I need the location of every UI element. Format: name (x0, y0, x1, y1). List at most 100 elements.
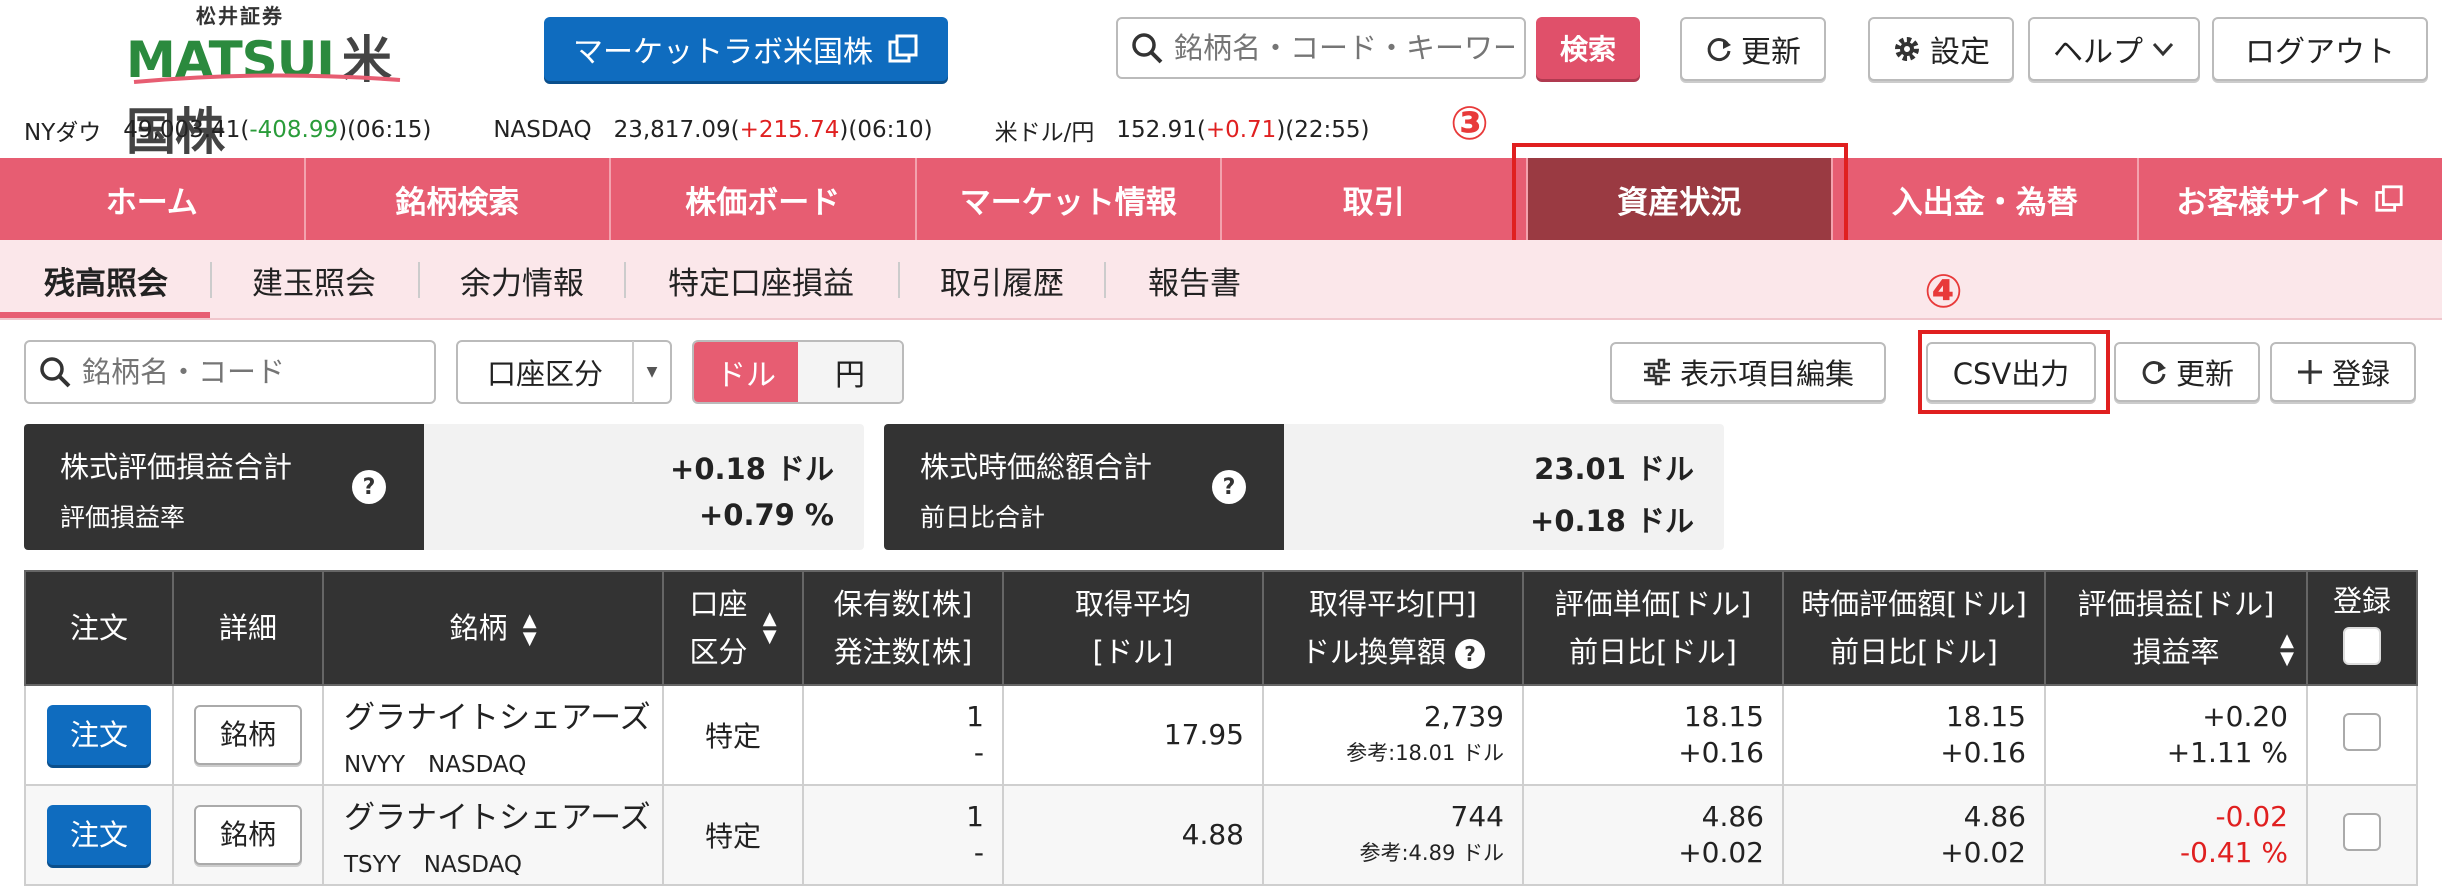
tab-specific-account-pl[interactable]: 特定口座損益 (668, 258, 854, 303)
currency-jpy-option[interactable]: 円 (798, 342, 902, 402)
table-row: 注文 銘柄 グラナイトシェアーズ TSYY NASDAQ 特定 1 - 4.88… (24, 784, 2418, 886)
unit-price-cell: 4.86 +0.02 (1522, 784, 1784, 886)
register-label: 登録 (2331, 357, 2390, 391)
held-quantity: 1 (966, 800, 984, 833)
col-market-value-label-1: 時価評価額[ドル] (1801, 587, 2027, 621)
detail-cell: 銘柄 (172, 684, 324, 786)
col-account[interactable]: 口座 区分 ▲ ▼ (662, 570, 804, 686)
register-checkbox[interactable] (2343, 812, 2381, 851)
tab-reports[interactable]: 報告書 (1148, 258, 1241, 303)
sort-icon: ▲ ▼ (762, 608, 777, 647)
select-all-checkbox[interactable] (2343, 627, 2381, 665)
register-checkbox[interactable] (2343, 712, 2381, 751)
refresh-icon (2142, 361, 2166, 384)
help-question-icon[interactable]: ? (1455, 639, 1486, 669)
nav-trade[interactable]: 取引 (1222, 158, 1528, 240)
stock-detail-button[interactable]: 銘柄 (194, 705, 302, 765)
tab-divider (898, 262, 900, 298)
market-value: 4.86 (1963, 800, 2026, 833)
sort-icon: ▲ ▼ (522, 610, 537, 649)
refresh-icon (1707, 38, 1731, 61)
matsui-logo[interactable]: 松井証券 MATSUI 米国株 (126, 0, 416, 161)
unit-price: 18.15 (1683, 700, 1764, 733)
quantity-cell: 1 - (802, 784, 1004, 886)
help-button[interactable]: ヘルプ (2028, 17, 2200, 81)
table-row: 注文 銘柄 グラナイトシェアーズ NVYY NASDAQ 特定 1 - 17.9… (24, 684, 2418, 786)
search-button[interactable]: 検索 (1536, 17, 1640, 79)
search-icon (40, 357, 71, 388)
nav-customer-site[interactable]: お客様サイト (2139, 158, 2442, 240)
col-average-cost-jpy-label-1: 取得平均[円] (1309, 587, 1477, 621)
dow-time: (06:15) (347, 117, 432, 143)
account-type: 特定 (662, 784, 804, 886)
usdjpy-time: (22:55) (1285, 117, 1370, 143)
register-cell (2306, 784, 2418, 886)
col-account-label-1: 口座 (689, 587, 748, 621)
unrealized-pl: +0.20 (2202, 700, 2288, 733)
valuation-pl-rate-value: +0.79 % (698, 498, 834, 532)
stock-filter-field[interactable] (24, 340, 436, 404)
unit-price-change: +0.16 (1678, 736, 1764, 769)
unit-price-cell: 18.15 +0.16 (1522, 684, 1784, 786)
market-ticker: NYダウ 49,003.41(-408.99) (06:15) NASDAQ 23… (24, 110, 1370, 150)
account-type-select[interactable]: 口座区分 ▼ (456, 340, 672, 404)
logout-button[interactable]: ログアウト (2212, 17, 2428, 81)
settings-button[interactable]: 設定 (1868, 17, 2014, 81)
order-cell: 注文 (24, 684, 174, 786)
stock-ticker: NVYY NASDAQ (344, 751, 527, 778)
header-refresh-button[interactable]: 更新 (1680, 17, 1826, 81)
header-search-input[interactable] (1174, 31, 1514, 65)
tab-divider (1104, 262, 1106, 298)
currency-usd-option[interactable]: ドル (694, 342, 798, 402)
valuation-pl-values: +0.18 ドル +0.79 % (424, 424, 864, 550)
nasdaq-label: NASDAQ (493, 117, 592, 143)
col-name[interactable]: 銘柄 ▲ ▼ (322, 570, 664, 686)
order-button[interactable]: 注文 (47, 705, 151, 765)
market-value-change: +0.02 (1940, 836, 2026, 869)
col-average-cost-jpy: 取得平均[円] ドル換算額 ? (1262, 570, 1524, 686)
order-button[interactable]: 注文 (47, 805, 151, 865)
name-cell: グラナイトシェアーズ TSYY NASDAQ (322, 784, 664, 886)
annotation-highlight-csv (1918, 330, 2110, 414)
table-refresh-button[interactable]: 更新 (2114, 342, 2260, 402)
pl-rate: -0.41 % (2180, 836, 2288, 869)
detail-cell: 銘柄 (172, 784, 324, 886)
nav-customer-site-label: お客様サイト (2176, 184, 2363, 221)
nav-home[interactable]: ホーム (0, 158, 306, 240)
market-value-card: 株式時価総額合計 前日比合計 ? 23.01 ドル +0.18 ドル (884, 424, 1724, 550)
tab-balance[interactable]: 残高照会 (44, 258, 168, 303)
market-value-cell: 18.15 +0.16 (1782, 684, 2046, 786)
market-lab-button[interactable]: マーケットラボ米国株 (544, 17, 948, 81)
help-question-icon[interactable]: ? (1212, 470, 1246, 504)
tab-trade-history[interactable]: 取引履歴 (940, 258, 1064, 303)
stock-detail-button[interactable]: 銘柄 (194, 805, 302, 865)
external-link-icon (888, 34, 918, 63)
tab-buying-power[interactable]: 余力情報 (460, 258, 584, 303)
col-order: 注文 (24, 570, 174, 686)
col-market-value: 時価評価額[ドル] 前日比[ドル] (1782, 570, 2046, 686)
col-average-cost-label-2: [ドル] (1092, 635, 1174, 669)
stock-filter-input[interactable] (82, 355, 422, 389)
stock-name-link[interactable]: グラナイトシェアーズ (344, 692, 662, 737)
nav-stock-search[interactable]: 銘柄検索 (306, 158, 611, 240)
table-refresh-label: 更新 (2175, 357, 2234, 391)
nasdaq-value: 23,817.09 (613, 117, 731, 143)
header-refresh-label: 更新 (1741, 35, 1801, 70)
help-question-icon[interactable]: ? (352, 470, 386, 504)
tab-positions[interactable]: 建玉照会 (252, 258, 376, 303)
plus-icon (2297, 360, 2322, 384)
account-type: 特定 (662, 684, 804, 786)
register-button[interactable]: 登録 (2270, 342, 2416, 402)
edit-columns-button[interactable]: 表示項目編集 (1610, 342, 1886, 402)
stock-name-link[interactable]: グラナイトシェアーズ (344, 792, 662, 837)
nav-stock-board[interactable]: 株価ボード (611, 158, 917, 240)
col-unrealized-pl[interactable]: 評価損益[ドル] 損益率 ▲ ▼ (2044, 570, 2308, 686)
col-unrealized-pl-label-2: 損益率 (2132, 635, 2220, 669)
nav-market-info[interactable]: マーケット情報 (917, 158, 1222, 240)
header-search-field[interactable] (1116, 17, 1526, 79)
valuation-pl-labels: 株式評価損益合計 評価損益率 ? (24, 424, 424, 550)
sliders-icon (1643, 358, 1670, 386)
name-cell: グラナイトシェアーズ NVYY NASDAQ (322, 684, 664, 786)
nav-deposit-fx[interactable]: 入出金・為替 (1833, 158, 2139, 240)
order-cell: 注文 (24, 784, 174, 886)
